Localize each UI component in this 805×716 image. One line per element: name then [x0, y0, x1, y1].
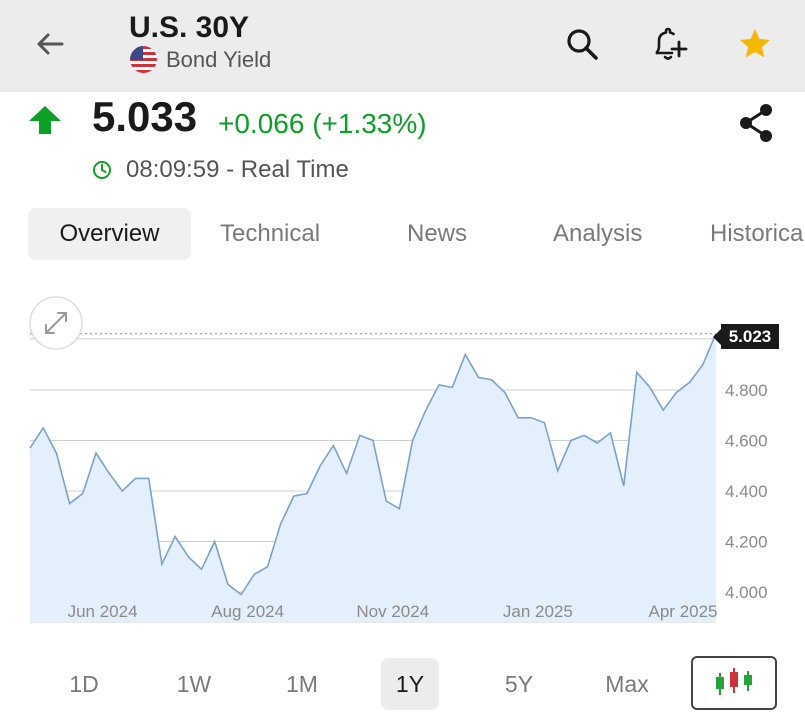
- y-tick-label: 4.600: [725, 432, 768, 451]
- chart-type-toggle[interactable]: [691, 656, 777, 710]
- add-alert-button[interactable]: [646, 22, 690, 66]
- instrument-title: U.S. 30Y: [129, 11, 250, 44]
- back-button[interactable]: [30, 24, 70, 64]
- favorite-button[interactable]: [735, 24, 775, 64]
- share-button[interactable]: [735, 101, 777, 145]
- range-1y[interactable]: 1Y: [381, 658, 439, 710]
- range-1w[interactable]: 1W: [165, 658, 223, 710]
- last-price: 5.033: [92, 93, 198, 140]
- x-tick-label: Apr 2025: [649, 602, 718, 621]
- x-tick-label: Jan 2025: [503, 602, 573, 621]
- us-flag-icon: [130, 46, 157, 73]
- star-icon: [740, 29, 770, 58]
- price-up-icon: [28, 105, 62, 140]
- tab-technical[interactable]: Technical: [220, 208, 320, 260]
- tab-analysis[interactable]: Analysis: [553, 208, 642, 260]
- section-tabs: Overview Technical News Analysis Histori…: [28, 208, 805, 260]
- yield-chart[interactable]: 4.000 4.200 4.400 4.600 4.800 Jun 2024 Aug 202…: [0, 290, 805, 630]
- tab-news[interactable]: News: [407, 208, 467, 260]
- range-max[interactable]: Max: [598, 658, 656, 710]
- y-tick-label: 4.000: [725, 583, 768, 602]
- search-button[interactable]: [562, 24, 602, 64]
- candlestick-icon: [716, 668, 752, 695]
- quote-time-text: 08:09:59 - Real Time: [126, 156, 349, 183]
- y-tick-label: 4.400: [725, 482, 768, 501]
- instrument-type: Bond Yield: [166, 46, 272, 72]
- x-tick-label: Aug 2024: [211, 602, 284, 621]
- y-tick-label: 4.800: [725, 381, 768, 400]
- chart-area-fill: [30, 333, 716, 622]
- range-1d[interactable]: 1D: [55, 658, 113, 710]
- range-selector: 1D 1W 1M 1Y 5Y Max: [0, 656, 805, 712]
- range-5y[interactable]: 5Y: [490, 658, 548, 710]
- bell-plus-icon: [655, 27, 688, 60]
- current-value-label: 5.023: [729, 327, 772, 346]
- price-change: +0.066 (+1.33%): [218, 108, 427, 139]
- x-tick-label: Jun 2024: [68, 602, 138, 621]
- search-icon: [567, 29, 598, 60]
- top-bar: U.S. 30Y Bond Yield: [0, 0, 805, 92]
- arrow-left-icon: [37, 33, 64, 55]
- expand-button[interactable]: [29, 296, 83, 350]
- tab-historical[interactable]: Historical: [710, 208, 805, 260]
- share-icon: [740, 104, 772, 142]
- instrument-subtitle: Bond Yield: [130, 46, 271, 73]
- current-value-marker: 5.023: [713, 324, 779, 349]
- range-1m[interactable]: 1M: [273, 658, 331, 710]
- x-tick-label: Nov 2024: [356, 602, 429, 621]
- quote-time: 08:09:59 - Real Time: [92, 156, 349, 184]
- tab-overview[interactable]: Overview: [28, 208, 191, 260]
- clock-icon: [92, 160, 112, 180]
- y-tick-label: 4.200: [725, 533, 768, 552]
